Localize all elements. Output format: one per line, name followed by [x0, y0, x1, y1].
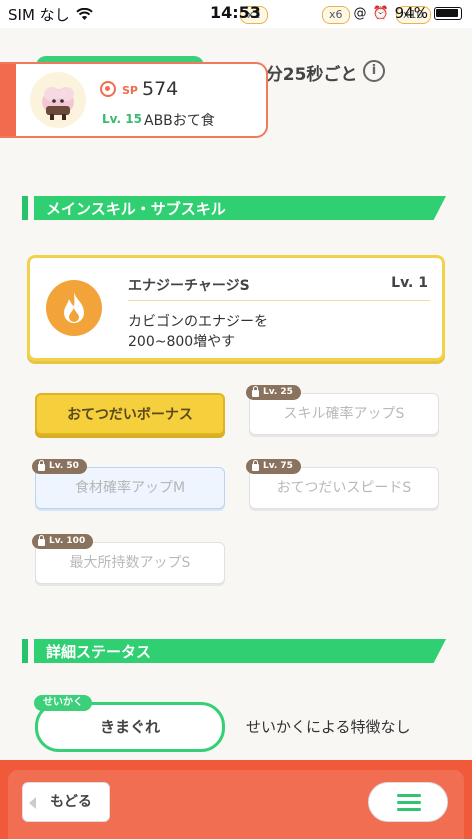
- unlock-level-badge: Lv. 100: [32, 534, 94, 549]
- skills-section-title: メインスキル・サブスキル: [46, 200, 226, 218]
- unlock-level-badge: Lv. 75: [246, 459, 301, 474]
- divider: [128, 300, 430, 301]
- pokemon-nickname: ABBおて食: [144, 113, 215, 129]
- lock-icon: [252, 386, 259, 397]
- main-skill-desc-line1: カビゴンのエナジーを: [128, 314, 268, 330]
- menu-button[interactable]: [368, 782, 448, 822]
- main-skill-card[interactable]: エナジーチャージS Lv. 1 カビゴンのエナジーを 200~800増やす: [27, 255, 445, 361]
- unlock-level-badge: Lv. 25: [246, 385, 301, 400]
- card-accent-stripe: [0, 64, 16, 136]
- section-bar: [22, 196, 28, 220]
- nature-tag: せいかく: [34, 695, 92, 711]
- details-section-title: 詳細ステータス: [46, 643, 152, 661]
- back-button[interactable]: もどる: [22, 782, 110, 822]
- sub-skill-button-1[interactable]: おてつだいボーナス: [35, 393, 225, 435]
- carrier-label: SIM なし: [8, 6, 70, 24]
- flame-icon: [64, 292, 84, 323]
- pokemon-summary-card[interactable]: SP 574 Lv. 15 ABBおて食: [0, 62, 268, 138]
- unlock-level-text: Lv. 75: [263, 461, 293, 471]
- wifi-icon: [75, 8, 93, 20]
- main-skill-name: エナジーチャージS: [128, 278, 250, 294]
- lock-icon: [252, 460, 259, 471]
- skills-section-header: メインスキル・サブスキル: [22, 196, 446, 220]
- lock-icon: [38, 535, 45, 546]
- unlock-level-badge: Lv. 50: [32, 459, 87, 474]
- hamburger-line: [397, 808, 421, 811]
- hamburger-line: [397, 801, 421, 804]
- pokemon-avatar: [30, 72, 86, 128]
- rotation-lock-icon: @: [353, 5, 367, 21]
- back-button-label: もどる: [50, 794, 92, 810]
- main-skill-icon-bg: [46, 280, 102, 336]
- sp-icon: [100, 81, 116, 97]
- battery-percent: 94%: [394, 4, 428, 22]
- status-bar: SIM なし x2 x6 x10 14:53 @ ⏰ 94%: [0, 0, 472, 28]
- main-skill-description: カビゴンのエナジーを 200~800増やす: [128, 312, 268, 352]
- nature-effect-note: せいかくによる特徴なし: [246, 718, 411, 736]
- info-icon[interactable]: i: [363, 60, 385, 82]
- status-indicators: @ ⏰ 94%: [353, 4, 462, 22]
- chevron-left-icon: [29, 797, 36, 809]
- sp-value: 574: [142, 78, 179, 100]
- main-skill-desc-line2: 200~800増やす: [128, 334, 236, 350]
- unlock-level-text: Lv. 50: [49, 461, 79, 471]
- main-skill-level: Lv. 1: [391, 275, 428, 291]
- unlock-level-text: Lv. 25: [263, 387, 293, 397]
- carrier-group: SIM なし: [8, 4, 93, 25]
- details-section-header: 詳細ステータス: [22, 639, 446, 663]
- sp-label: SP: [122, 84, 138, 97]
- peek-badge-2: x6: [322, 6, 350, 24]
- section-bar: [22, 639, 28, 663]
- battery-icon: [434, 6, 462, 20]
- unlock-level-text: Lv. 100: [49, 536, 86, 546]
- alarm-icon: ⏰: [372, 5, 389, 21]
- pokemon-level: Lv. 15: [102, 112, 142, 126]
- lock-icon: [38, 460, 45, 471]
- hamburger-menu-icon: [397, 794, 421, 797]
- clock: 14:53: [210, 3, 261, 22]
